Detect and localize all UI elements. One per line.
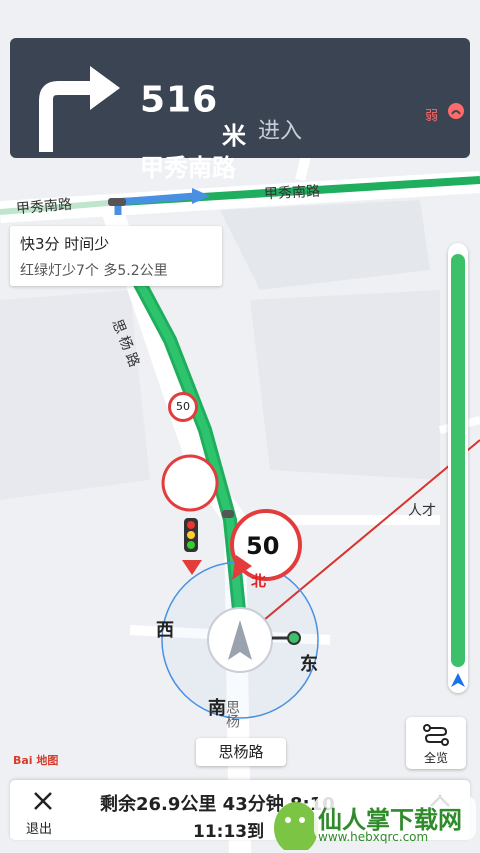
alt-route-title: 快3分 时间少 [20, 235, 110, 253]
turn-distance: 516 [140, 79, 219, 121]
gps-signal-label: 弱 [425, 109, 439, 124]
current-road-label: 思杨路 [196, 738, 286, 766]
small-signal-icon [108, 198, 126, 206]
progress-position-icon [451, 673, 465, 687]
road-label-right: 人才 [408, 503, 436, 519]
watermark-url: www.hebxqrc.com [318, 830, 429, 844]
speed-limit-value: 50 [246, 532, 280, 560]
exit-button[interactable]: 退出 [10, 780, 80, 840]
car-position-icon [207, 607, 273, 673]
turn-action: 进入 [258, 119, 303, 144]
overview-label: 全览 [423, 751, 448, 765]
route-progress-bar [448, 243, 468, 693]
road-label-top: 甲秀南路 [263, 183, 321, 203]
next-road-name: 甲秀南路 [140, 154, 236, 182]
alt-route-subtitle: 红绿灯少7个 多5.2公里 [20, 263, 168, 279]
baidu-map-logo: Bai 地图 [13, 754, 59, 767]
route-overview-icon [423, 724, 449, 746]
gps-signal-icon [448, 103, 464, 119]
turn-distance-unit: 米 [222, 122, 246, 150]
south-road-label: 思杨 [224, 700, 240, 728]
exit-label: 退出 [26, 822, 53, 837]
alternative-route-card[interactable]: 快3分 时间少 红绿灯少7个 多5.2公里 [10, 226, 222, 286]
close-icon [34, 792, 52, 810]
turn-right-icon [39, 66, 120, 152]
arrival-time: 11:13到 [193, 822, 265, 842]
route-progress-fill [451, 254, 465, 667]
navigation-banner: 516 米 进入 甲秀南路 弱 [10, 38, 470, 182]
small-signal-icon [222, 510, 234, 518]
speed-limit-small: 50 [168, 392, 198, 422]
compass-west: 西 [156, 620, 174, 641]
overview-button[interactable]: 全览 [406, 717, 466, 769]
compass-east: 东 [300, 654, 318, 675]
compass-north: 北 [251, 572, 267, 590]
